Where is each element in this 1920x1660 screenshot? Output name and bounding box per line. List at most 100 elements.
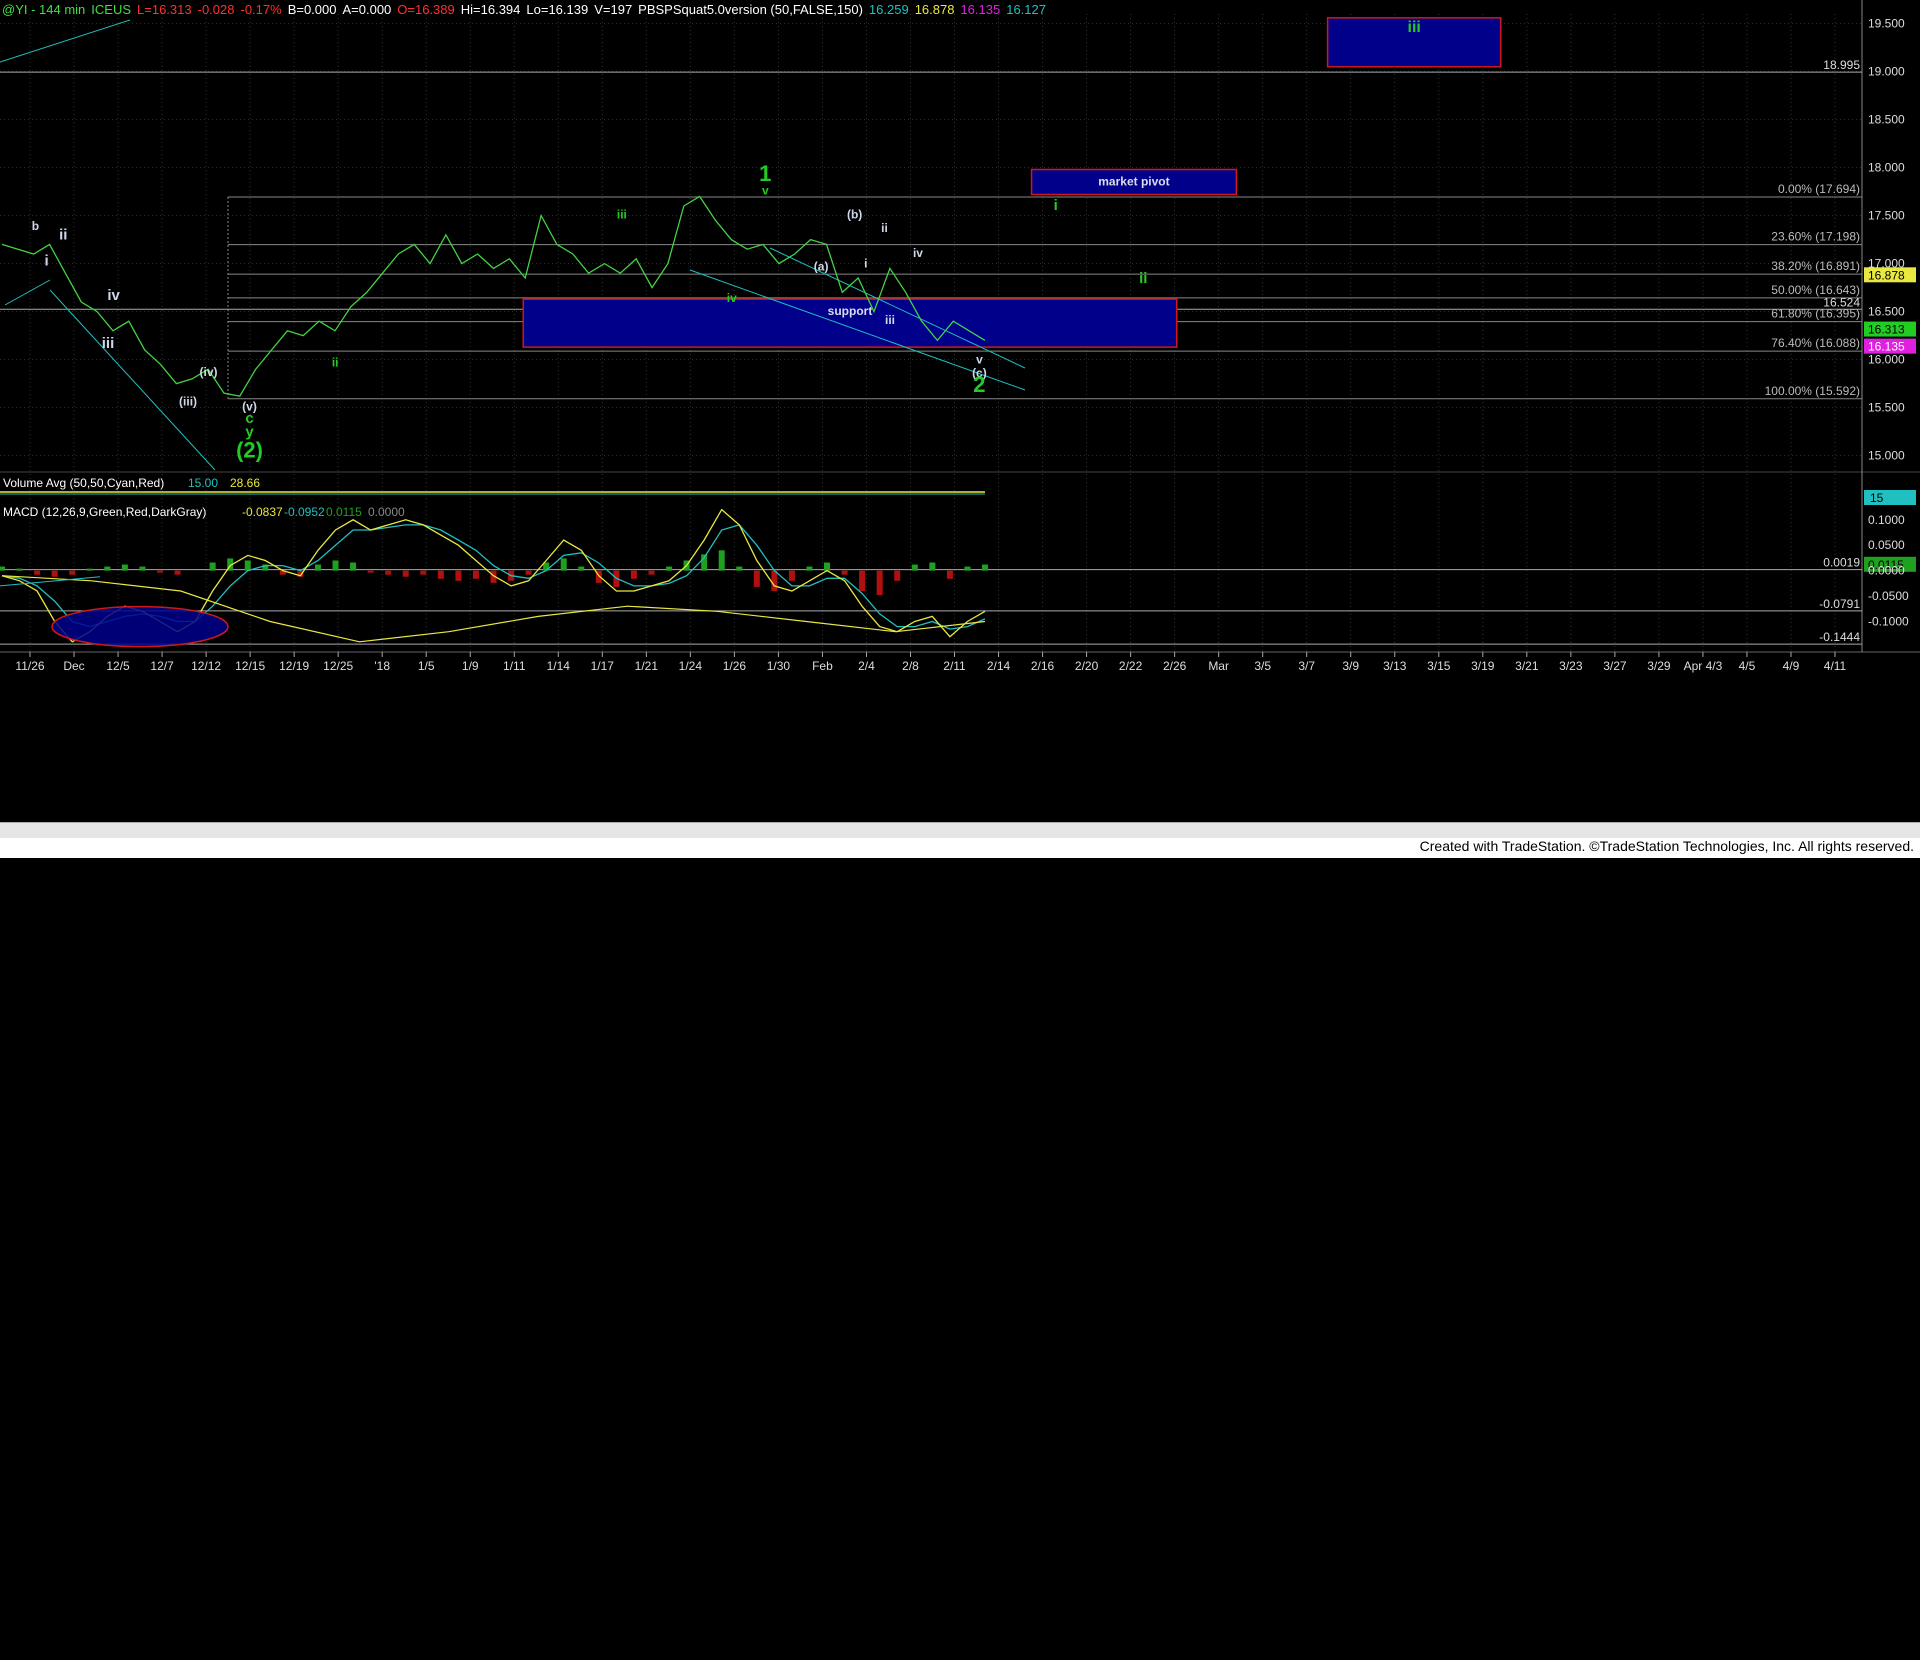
change-pct: -0.17% bbox=[240, 2, 282, 17]
volume: V=197 bbox=[594, 2, 633, 17]
horizontal-scrollbar[interactable]: ◀ ▶ bbox=[0, 822, 1920, 1660]
macd-histogram-bar bbox=[560, 558, 567, 571]
exchange-label: ICEUS bbox=[91, 2, 132, 17]
x-tick-label: 2/20 bbox=[1075, 659, 1099, 673]
volume-value: 15.00 bbox=[188, 476, 218, 490]
wave-label: v bbox=[762, 183, 769, 197]
wave-label: 1 bbox=[759, 161, 771, 186]
macd-histogram-bar bbox=[385, 570, 392, 575]
high: Hi=16.394 bbox=[460, 2, 521, 17]
macd-histogram-bar bbox=[174, 570, 181, 575]
wave-label: ii bbox=[59, 227, 67, 244]
wave-label: (b) bbox=[847, 207, 862, 221]
macd-histogram-bar bbox=[0, 566, 5, 571]
x-tick-label: 3/9 bbox=[1342, 659, 1359, 673]
macd-histogram-bar bbox=[156, 570, 163, 573]
x-tick-label: 3/13 bbox=[1383, 659, 1407, 673]
macd-histogram-bar bbox=[911, 564, 918, 571]
macd-value: -0.0952 bbox=[284, 505, 325, 519]
wave-label: (iv) bbox=[200, 365, 218, 379]
macd-histogram-bar bbox=[982, 564, 988, 571]
macd-histogram-bar bbox=[86, 568, 93, 571]
x-tick-label: 2/4 bbox=[858, 659, 875, 673]
macd-histogram-bar bbox=[472, 570, 479, 579]
zone-label: market pivot bbox=[1098, 175, 1169, 189]
macd-histogram-bar bbox=[455, 570, 462, 581]
macd-title: MACD (12,26,9,Green,Red,DarkGray) bbox=[3, 505, 206, 519]
macd-histogram-bar bbox=[753, 570, 760, 587]
indicator-value-2: 16.878 bbox=[914, 2, 955, 17]
macd-histogram-bar bbox=[666, 566, 673, 571]
volume-title: Volume Avg (50,50,Cyan,Red) bbox=[3, 476, 164, 490]
price-badge-label: 16.313 bbox=[1868, 323, 1905, 337]
x-tick-label: Dec bbox=[63, 659, 84, 673]
x-tick-label: 3/5 bbox=[1254, 659, 1271, 673]
fib-label: 38.20% (16.891) bbox=[1771, 259, 1860, 273]
wave-label: iii bbox=[102, 335, 115, 352]
channel-line bbox=[4, 279, 51, 306]
macd-histogram-bar bbox=[402, 570, 409, 577]
macd-histogram-bar bbox=[841, 570, 848, 575]
wave-label: b bbox=[32, 219, 39, 233]
y-axis: 19.50019.00018.50018.00017.50017.00016.5… bbox=[1864, 17, 1916, 628]
x-tick-label: 2/14 bbox=[987, 659, 1011, 673]
indicator-name: PBSPSquat5.0version (50,FALSE,150) bbox=[638, 2, 863, 17]
macd-histogram-bar bbox=[894, 570, 901, 581]
y-tick-label: 18.500 bbox=[1868, 113, 1905, 127]
y-tick-label: 16.500 bbox=[1868, 305, 1905, 319]
volume-pane: Volume Avg (50,50,Cyan,Red) 15.00 28.66 15 bbox=[0, 476, 1916, 505]
change: -0.028 bbox=[197, 2, 235, 17]
x-tick-label: 2/8 bbox=[902, 659, 919, 673]
macd-histogram-bar bbox=[736, 566, 743, 571]
y-tick-label: 15.500 bbox=[1868, 401, 1905, 415]
macd-tick-label: -0.1000 bbox=[1868, 614, 1909, 628]
macd-histogram-bar bbox=[859, 570, 866, 591]
wave-label: iv bbox=[727, 291, 737, 305]
macd-tick-label: 0.0500 bbox=[1868, 538, 1905, 552]
x-tick-label: 4/5 bbox=[1739, 659, 1756, 673]
macd-histogram-bar bbox=[16, 568, 23, 571]
macd-histogram-bar bbox=[139, 566, 146, 571]
price-badge-label: 16.135 bbox=[1868, 340, 1905, 354]
macd-histogram-bar bbox=[332, 560, 339, 571]
wave-label: i bbox=[44, 253, 48, 270]
x-tick-label: 2/26 bbox=[1163, 659, 1187, 673]
fib-label: 76.40% (16.088) bbox=[1771, 336, 1860, 350]
macd-tick-label: 0.0000 bbox=[1868, 564, 1905, 578]
wave-label: (iii) bbox=[179, 395, 197, 409]
divergence-ellipse bbox=[51, 605, 229, 648]
x-tick-label: Feb bbox=[812, 659, 833, 673]
indicator-value-1: 16.259 bbox=[868, 2, 909, 17]
x-tick-label: 3/15 bbox=[1427, 659, 1451, 673]
scroll-right-icon[interactable]: ▶ bbox=[1907, 1646, 1916, 1660]
macd-histogram-bar bbox=[630, 570, 637, 579]
wave-label: iv bbox=[913, 246, 923, 260]
macd-histogram-bar bbox=[824, 562, 831, 571]
macd-histogram-bar bbox=[121, 564, 128, 571]
macd-histogram-bar bbox=[788, 570, 795, 581]
low: Lo=16.139 bbox=[526, 2, 589, 17]
symbol-title: @YI - 144 min bbox=[2, 2, 86, 17]
x-tick-label: Apr 4/3 bbox=[1684, 659, 1723, 673]
channel-line bbox=[0, 19, 131, 63]
macd-histogram-bar bbox=[420, 570, 427, 575]
x-tick-label: 1/21 bbox=[635, 659, 659, 673]
macd-histogram-bar bbox=[437, 570, 444, 579]
y-tick-label: 18.000 bbox=[1868, 161, 1905, 175]
wave-label: (2) bbox=[236, 438, 263, 463]
open: O=16.389 bbox=[397, 2, 455, 17]
x-tick-label: 1/26 bbox=[723, 659, 747, 673]
wave-label: ii bbox=[881, 221, 888, 235]
scroll-left-icon[interactable]: ◀ bbox=[4, 1646, 13, 1660]
x-tick-label: 12/7 bbox=[150, 659, 174, 673]
macd-histogram-bar bbox=[806, 566, 813, 571]
zone-label: support bbox=[828, 304, 873, 318]
macd-histogram-bar bbox=[51, 570, 58, 577]
wave-label: iii bbox=[617, 207, 627, 221]
macd-level-label: -0.0791 bbox=[1819, 597, 1860, 611]
x-tick-label: 1/17 bbox=[591, 659, 615, 673]
last-price: L=16.313 bbox=[137, 2, 192, 17]
wave-label: iii bbox=[885, 313, 895, 327]
macd-histogram-bar bbox=[578, 566, 585, 571]
wave-label: (a) bbox=[814, 259, 829, 273]
